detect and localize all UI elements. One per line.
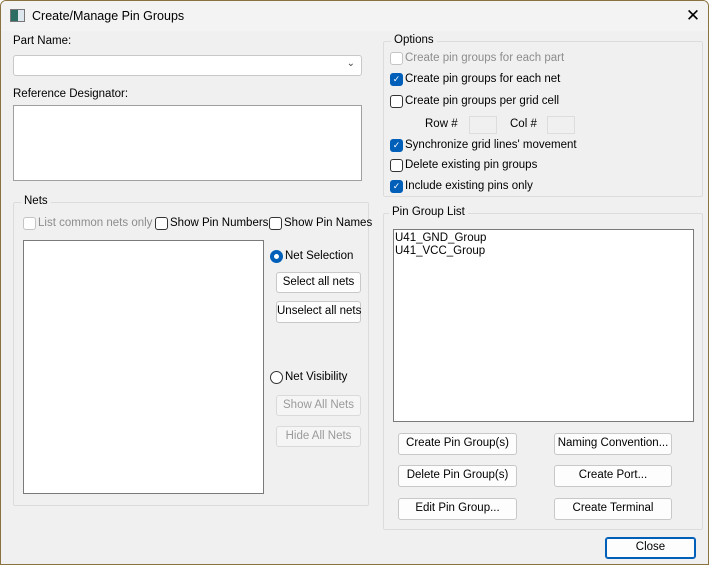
list-common-nets-checkbox[interactable] (23, 217, 36, 230)
show-pin-numbers-label: Show Pin Numbers (170, 217, 269, 229)
col-input[interactable] (547, 116, 575, 134)
close-button[interactable]: Close (605, 537, 696, 559)
create-port-button[interactable]: Create Port... (554, 465, 672, 487)
option-grid-cell-checkbox[interactable] (390, 95, 403, 108)
option-include-existing-label: Include existing pins only (405, 180, 533, 192)
edit-pin-group-button[interactable]: Edit Pin Group... (398, 498, 517, 520)
net-visibility-radio[interactable] (270, 371, 283, 384)
part-name-combo[interactable]: ⌄ (13, 55, 362, 76)
list-common-nets-label: List common nets only (38, 217, 153, 229)
create-pin-groups-button[interactable]: Create Pin Group(s) (398, 433, 517, 455)
show-all-nets-button[interactable]: Show All Nets (276, 395, 361, 416)
list-item[interactable]: U41_VCC_Group (395, 245, 692, 258)
row-label: Row # (425, 118, 458, 130)
delete-pin-groups-button[interactable]: Delete Pin Group(s) (398, 465, 517, 487)
col-label: Col # (510, 118, 537, 130)
close-window-icon[interactable]: ✕ (681, 4, 705, 28)
net-visibility-label: Net Visibility (285, 371, 348, 383)
dialog-window: Create/Manage Pin Groups ✕ Part Name: ⌄ … (0, 0, 709, 565)
net-selection-radio[interactable] (270, 250, 283, 263)
option-include-existing-checkbox[interactable]: ✓ (390, 180, 403, 193)
list-item[interactable]: U41_GND_Group (395, 232, 692, 245)
row-input[interactable] (469, 116, 497, 134)
show-pin-names-checkbox[interactable] (269, 217, 282, 230)
option-each-part-checkbox[interactable] (390, 52, 403, 65)
app-icon (10, 9, 25, 22)
part-name-label: Part Name: (13, 35, 72, 47)
show-pin-names-label: Show Pin Names (284, 217, 373, 229)
net-selection-label: Net Selection (285, 250, 354, 262)
option-each-net-label: Create pin groups for each net (405, 73, 561, 85)
pin-group-listbox[interactable]: U41_GND_Group U41_VCC_Group (393, 229, 694, 422)
hide-all-nets-button[interactable]: Hide All Nets (276, 426, 361, 447)
unselect-all-nets-button[interactable]: Unselect all nets (276, 301, 361, 323)
show-pin-numbers-checkbox[interactable] (155, 217, 168, 230)
option-delete-existing-checkbox[interactable] (390, 159, 403, 172)
option-sync-grid-label: Synchronize grid lines' movement (405, 139, 577, 151)
option-each-net-checkbox[interactable]: ✓ (390, 73, 403, 86)
ref-des-label: Reference Designator: (13, 88, 129, 100)
naming-convention-button[interactable]: Naming Convention... (554, 433, 672, 455)
option-each-part-label: Create pin groups for each part (405, 52, 565, 64)
select-all-nets-button[interactable]: Select all nets (276, 272, 361, 293)
options-legend: Options (391, 34, 437, 46)
ref-des-input[interactable] (13, 105, 362, 181)
option-delete-existing-label: Delete existing pin groups (405, 159, 538, 171)
create-terminal-button[interactable]: Create Terminal (554, 498, 672, 520)
nets-listbox[interactable] (23, 240, 264, 494)
chevron-down-icon: ⌄ (346, 58, 355, 69)
pin-group-list-legend: Pin Group List (389, 206, 468, 218)
option-sync-grid-checkbox[interactable]: ✓ (390, 139, 403, 152)
window-title: Create/Manage Pin Groups (32, 9, 185, 23)
option-grid-cell-label: Create pin groups per grid cell (405, 95, 560, 107)
nets-legend: Nets (21, 195, 51, 207)
